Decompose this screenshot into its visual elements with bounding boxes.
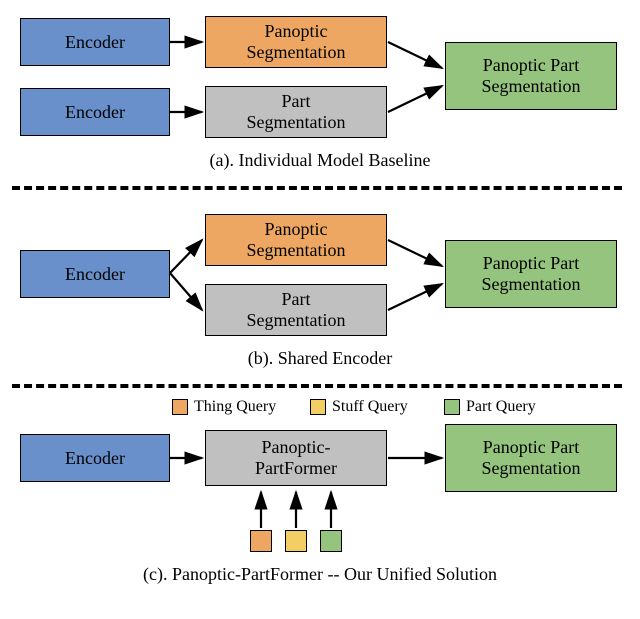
- panoptic-label: Panoptic Segmentation: [247, 219, 346, 260]
- legend-stuff: Stuff Query: [310, 398, 408, 416]
- part-swatch-icon: [444, 399, 460, 415]
- part-seg-box-b: Part Segmentation: [205, 284, 387, 336]
- panoptic-label: Panoptic Segmentation: [247, 21, 346, 62]
- thing-swatch-icon: [172, 399, 188, 415]
- part-seg-box-a: Part Segmentation: [205, 86, 387, 138]
- output-box-b: Panoptic Part Segmentation: [445, 240, 617, 308]
- legend-thing: Thing Query: [172, 398, 276, 416]
- encoder-label: Encoder: [65, 32, 125, 53]
- stuff-swatch-icon: [310, 399, 326, 415]
- encoder-box-c: Encoder: [20, 434, 170, 482]
- part-query-icon: [320, 530, 342, 552]
- stuff-query-icon: [285, 530, 307, 552]
- caption-b: (b). Shared Encoder: [0, 348, 640, 369]
- legend-part: Part Query: [444, 398, 536, 416]
- thing-query-icon: [250, 530, 272, 552]
- panoptic-seg-box-b: Panoptic Segmentation: [205, 214, 387, 266]
- caption-a: (a). Individual Model Baseline: [0, 150, 640, 171]
- panoptic-seg-box-a: Panoptic Segmentation: [205, 16, 387, 68]
- output-label: Panoptic Part Segmentation: [448, 55, 614, 96]
- encoder-label: Encoder: [65, 102, 125, 123]
- caption-c: (c). Panoptic-PartFormer -- Our Unified …: [0, 564, 640, 585]
- output-box-c: Panoptic Part Segmentation: [445, 424, 617, 492]
- encoder-box-a2: Encoder: [20, 88, 170, 136]
- divider-ab: [12, 186, 622, 190]
- legend-stuff-label: Stuff Query: [332, 398, 408, 416]
- encoder-box-a1: Encoder: [20, 18, 170, 66]
- legend-thing-label: Thing Query: [194, 398, 276, 416]
- part-label: Part Segmentation: [247, 91, 346, 132]
- encoder-label: Encoder: [65, 264, 125, 285]
- encoder-label: Encoder: [65, 448, 125, 469]
- output-box-a: Panoptic Part Segmentation: [445, 42, 617, 110]
- panoptic-partformer-box: Panoptic- PartFormer: [205, 430, 387, 486]
- output-label: Panoptic Part Segmentation: [448, 437, 614, 478]
- output-label: Panoptic Part Segmentation: [448, 253, 614, 294]
- encoder-box-b: Encoder: [20, 250, 170, 298]
- pp-label: Panoptic- PartFormer: [255, 437, 337, 478]
- part-label: Part Segmentation: [247, 289, 346, 330]
- divider-bc: [12, 384, 622, 388]
- legend-part-label: Part Query: [466, 398, 536, 416]
